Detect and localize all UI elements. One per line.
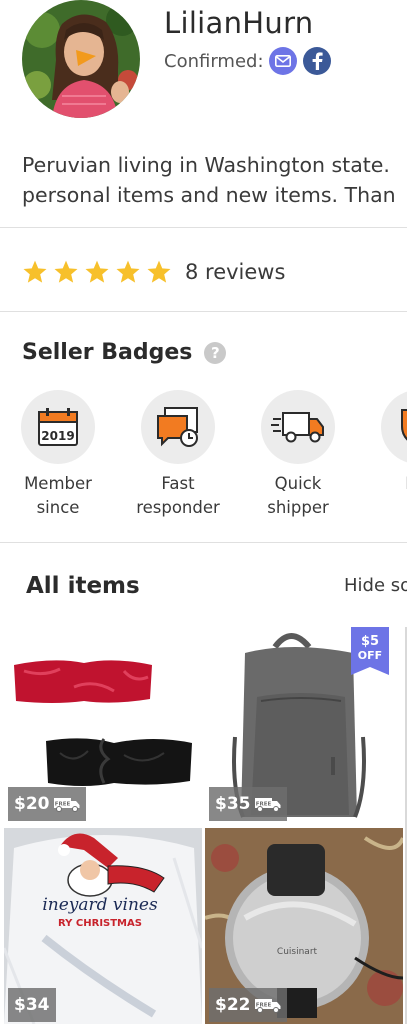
confirmed-row: Confirmed: (164, 46, 331, 76)
bio-line: Peruvian living in Washington state. (22, 153, 390, 177)
badge-label-line: shipper (267, 498, 329, 517)
badge-label-line: Member (24, 474, 92, 493)
badge-label-line: Quick (274, 474, 322, 493)
badge-label-line: since (36, 498, 80, 517)
free-shipping-icon: FREE (254, 999, 280, 1013)
divider (0, 227, 407, 228)
star-icon (85, 260, 109, 283)
price-tag: $34 (8, 988, 56, 1022)
divider (0, 311, 407, 312)
listing-card[interactable]: Cuisinart $22 FREE (205, 828, 403, 1024)
star-icon (23, 260, 47, 283)
price: $35 (215, 794, 251, 814)
badge-circle (381, 390, 407, 464)
reviews-row[interactable]: 8 reviews (22, 255, 285, 289)
price-tag: $22 FREE (209, 988, 287, 1022)
badge-reliable[interactable]: Rel (363, 390, 407, 496)
shield-icon (401, 409, 407, 441)
badge-label: Rel (363, 472, 407, 496)
badge-label: Fast responder (123, 472, 233, 520)
badge-fast-responder[interactable]: Fast responder (123, 390, 233, 520)
svg-text:FREE: FREE (255, 1003, 271, 1009)
listing-grid: $20 FREE $5 OFF $35 FREE ineyard vines R… (0, 627, 407, 1024)
badge-label: Member since (3, 472, 113, 520)
badge-label: Quick shipper (243, 472, 353, 520)
badge-year: 2019 (41, 429, 74, 443)
star-icon (147, 260, 171, 283)
badge-circle (261, 390, 335, 464)
confirmed-label: Confirmed: (164, 50, 264, 72)
listing-card[interactable]: $20 FREE (4, 627, 202, 823)
username: LilianHurn (164, 6, 314, 40)
price-tag: $20 FREE (8, 787, 86, 821)
seller-badges-title: Seller Badges (22, 340, 193, 365)
avatar[interactable] (22, 0, 140, 118)
discount-amount: $5 (361, 634, 379, 649)
calendar-icon: 2019 (38, 408, 78, 446)
reviews-count-link[interactable]: 8 reviews (185, 260, 285, 284)
email-verified-icon (268, 47, 297, 75)
badge-circle: 2019 (21, 390, 95, 464)
badge-label-line: Fast (161, 474, 195, 493)
free-shipping-icon: FREE (254, 798, 280, 812)
free-shipping-icon: FREE (53, 798, 79, 812)
badge-list: 2019 Member since Fast responder Quick s… (0, 390, 407, 530)
price-tag: $35 FREE (209, 787, 287, 821)
help-icon[interactable]: ? (204, 341, 227, 364)
badge-circle (141, 390, 215, 464)
star-icon (54, 260, 78, 283)
price: $34 (14, 995, 50, 1015)
all-items-title: All items (26, 573, 140, 599)
badge-quick-shipper[interactable]: Quick shipper (243, 390, 353, 520)
shirt-slogan-text: RY CHRISTMAS (58, 918, 142, 929)
seller-badges-header: Seller Badges ? (22, 340, 227, 365)
discount-badge: $5 OFF (351, 627, 389, 675)
svg-text:FREE: FREE (255, 802, 271, 808)
shirt-brand-text: ineyard vines (42, 895, 158, 915)
price: $22 (215, 995, 251, 1015)
divider (0, 542, 407, 543)
profile-bio: Peruvian living in Washington state. per… (22, 150, 407, 210)
star-icon (116, 260, 140, 283)
profile-header: LilianHurn Confirmed: (0, 0, 407, 130)
badge-member-since[interactable]: 2019 Member since (3, 390, 113, 520)
facebook-verified-icon (302, 47, 331, 75)
discount-word: OFF (358, 649, 382, 662)
star-rating (22, 259, 177, 285)
bio-line: personal items and new items. Than (22, 183, 396, 207)
price: $20 (14, 794, 50, 814)
hide-sold-toggle[interactable]: Hide so (344, 575, 407, 596)
badge-label-line: responder (136, 498, 220, 517)
truck-icon (271, 412, 324, 443)
svg-text:FREE: FREE (54, 802, 70, 808)
chat-clock-icon (157, 407, 198, 447)
listing-card[interactable]: ineyard vines RY CHRISTMAS $34 (4, 828, 202, 1024)
badge-label-line: Rel (363, 472, 407, 496)
appliance-brand-text: Cuisinart (277, 947, 318, 957)
listing-card[interactable]: $5 OFF $35 FREE (205, 627, 403, 823)
